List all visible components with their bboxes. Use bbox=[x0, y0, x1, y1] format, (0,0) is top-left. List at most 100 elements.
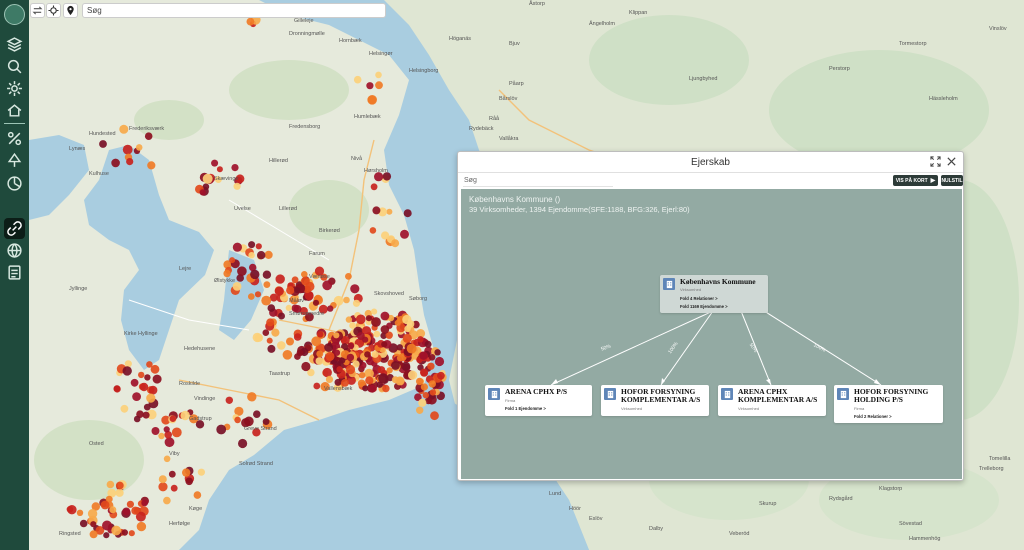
property-dot[interactable] bbox=[347, 342, 355, 350]
graph-node-arena-cphx-komplementar[interactable]: ARENA CPHX KOMPLEMENTAR A/S Virksomhed bbox=[718, 385, 826, 416]
property-dot[interactable] bbox=[113, 385, 121, 393]
chart-icon[interactable] bbox=[6, 175, 23, 192]
property-dot[interactable] bbox=[247, 392, 257, 402]
property-dot[interactable] bbox=[396, 344, 403, 351]
property-dot[interactable] bbox=[291, 276, 299, 284]
property-dot[interactable] bbox=[124, 360, 132, 368]
search-zoom-icon[interactable] bbox=[6, 58, 23, 75]
fold-properties-link[interactable]: Fold 1 Ejendomme > bbox=[505, 406, 546, 411]
property-dot[interactable] bbox=[325, 351, 335, 361]
home-icon[interactable] bbox=[6, 102, 23, 119]
property-dot[interactable] bbox=[102, 520, 112, 531]
graph-node-hofor-forsyning-komplementar[interactable]: HOFOR FORSYNING KOMPLEMENTAR A/S Virksomh… bbox=[601, 385, 709, 416]
property-dot[interactable] bbox=[232, 242, 242, 252]
property-dot[interactable] bbox=[147, 161, 156, 170]
property-dot[interactable] bbox=[353, 75, 362, 84]
property-dot[interactable] bbox=[266, 318, 275, 327]
settings-icon[interactable] bbox=[6, 80, 23, 97]
property-dot[interactable] bbox=[362, 336, 369, 343]
percent-icon[interactable] bbox=[6, 130, 23, 147]
property-dot[interactable] bbox=[115, 481, 124, 490]
property-dot[interactable] bbox=[437, 371, 445, 380]
property-dot[interactable] bbox=[365, 315, 372, 322]
property-dot[interactable] bbox=[322, 367, 332, 378]
property-dot[interactable] bbox=[271, 328, 280, 337]
property-dot[interactable] bbox=[334, 378, 342, 386]
property-dot[interactable] bbox=[248, 252, 255, 259]
property-dot[interactable] bbox=[325, 375, 334, 383]
property-dot[interactable] bbox=[350, 284, 360, 294]
reset-button[interactable]: NULSTIL bbox=[941, 175, 963, 186]
expand-icon[interactable] bbox=[930, 156, 941, 167]
property-dot[interactable] bbox=[333, 349, 341, 356]
property-dot[interactable] bbox=[301, 361, 311, 372]
property-dot[interactable] bbox=[267, 304, 276, 312]
property-dot[interactable] bbox=[262, 418, 270, 425]
property-dot[interactable] bbox=[327, 305, 334, 312]
property-dot[interactable] bbox=[416, 377, 424, 386]
property-dot[interactable] bbox=[66, 506, 74, 513]
property-dot[interactable] bbox=[225, 396, 233, 404]
property-dot[interactable] bbox=[365, 376, 374, 385]
property-dot[interactable] bbox=[316, 350, 324, 358]
property-dot[interactable] bbox=[427, 362, 435, 370]
user-avatar[interactable] bbox=[4, 4, 25, 25]
property-dot[interactable] bbox=[371, 308, 378, 315]
property-dot[interactable] bbox=[130, 378, 139, 387]
property-dot[interactable] bbox=[169, 415, 177, 423]
property-dot[interactable] bbox=[126, 158, 134, 166]
property-dot[interactable] bbox=[418, 398, 427, 407]
property-dot[interactable] bbox=[109, 506, 117, 514]
property-dot[interactable] bbox=[99, 140, 107, 148]
graph-node-hofor-forsyning-holding[interactable]: HOFOR FORSYNING HOLDING P/S Firma Fold 2 … bbox=[834, 385, 943, 423]
property-dot[interactable] bbox=[152, 374, 162, 384]
property-dot[interactable] bbox=[375, 81, 383, 90]
property-dot[interactable] bbox=[381, 231, 390, 240]
property-dot[interactable] bbox=[122, 366, 132, 376]
swap-icon[interactable] bbox=[30, 3, 45, 18]
property-dot[interactable] bbox=[233, 182, 241, 190]
property-dot[interactable] bbox=[133, 415, 141, 423]
property-dot[interactable] bbox=[369, 227, 377, 234]
property-dot[interactable] bbox=[234, 416, 241, 424]
property-dot[interactable] bbox=[211, 159, 219, 167]
globe-icon[interactable] bbox=[6, 242, 23, 259]
property-dot[interactable] bbox=[382, 384, 390, 393]
property-dot[interactable] bbox=[396, 354, 404, 362]
property-dot[interactable] bbox=[168, 470, 176, 478]
property-dot[interactable] bbox=[121, 529, 128, 536]
property-dot[interactable] bbox=[262, 329, 270, 337]
property-dot[interactable] bbox=[275, 274, 285, 284]
property-dot[interactable] bbox=[402, 314, 412, 325]
property-dot[interactable] bbox=[322, 280, 333, 291]
fold-relations-link[interactable]: Fold 2 Relationer > bbox=[854, 414, 892, 419]
property-dot[interactable] bbox=[368, 384, 377, 393]
property-dot[interactable] bbox=[371, 350, 379, 358]
property-dot[interactable] bbox=[262, 270, 272, 279]
property-dot[interactable] bbox=[261, 295, 272, 306]
property-dot[interactable] bbox=[386, 367, 393, 374]
property-dot[interactable] bbox=[136, 521, 147, 532]
property-dot[interactable] bbox=[359, 372, 366, 379]
property-dot[interactable] bbox=[148, 385, 158, 395]
property-dot[interactable] bbox=[144, 374, 151, 381]
property-dot[interactable] bbox=[171, 427, 182, 438]
property-dot[interactable] bbox=[89, 530, 98, 539]
property-dot[interactable] bbox=[278, 312, 285, 320]
property-dot[interactable] bbox=[386, 208, 393, 215]
property-dot[interactable] bbox=[367, 95, 377, 105]
property-dot[interactable] bbox=[158, 432, 165, 440]
property-dot[interactable] bbox=[182, 468, 191, 477]
property-dot[interactable] bbox=[364, 351, 371, 358]
property-dot[interactable] bbox=[370, 183, 378, 191]
fold-relations-link[interactable]: Fold 4 Relationer > bbox=[680, 296, 718, 301]
property-dot[interactable] bbox=[417, 336, 424, 343]
close-icon[interactable] bbox=[946, 156, 957, 167]
property-dot[interactable] bbox=[246, 17, 255, 26]
property-dot[interactable] bbox=[163, 496, 171, 505]
property-dot[interactable] bbox=[428, 354, 436, 361]
property-dot[interactable] bbox=[115, 488, 124, 497]
property-dot[interactable] bbox=[406, 343, 417, 354]
property-dot[interactable] bbox=[248, 293, 255, 300]
property-dot[interactable] bbox=[333, 332, 340, 339]
